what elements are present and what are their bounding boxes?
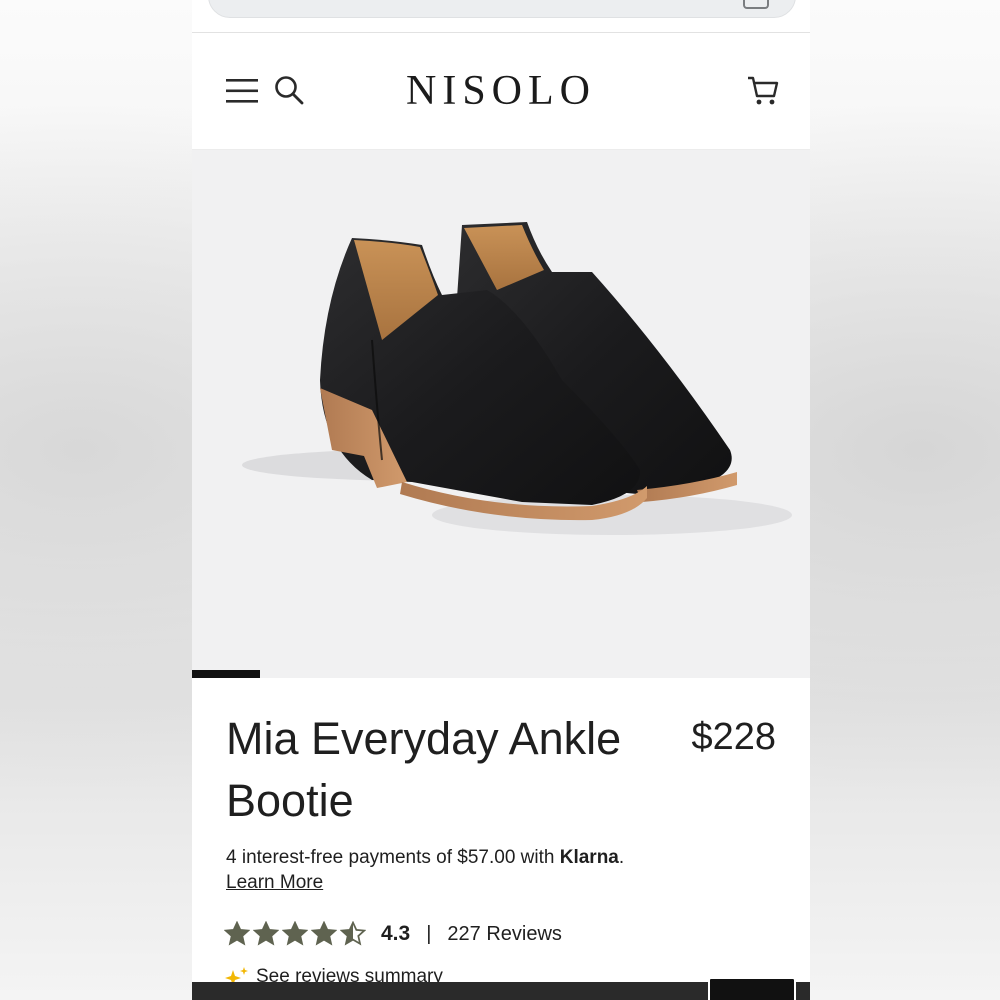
rating-row[interactable]: 4.3 | 227 Reviews: [224, 918, 562, 950]
klarna-brand: Klarna: [559, 847, 619, 868]
rating-value: 4.3: [381, 922, 411, 945]
gallery-progress: [192, 670, 810, 678]
star-rating[interactable]: [224, 921, 369, 947]
reviews-count-link[interactable]: 227 Reviews: [447, 923, 562, 946]
tabs-icon[interactable]: [743, 0, 769, 9]
brand-logo[interactable]: NISOLO: [192, 67, 810, 115]
gallery-progress-indicator: [192, 670, 260, 678]
star-icon: [282, 921, 308, 946]
ankle-bootie-image: [242, 222, 792, 535]
product-image[interactable]: [192, 150, 810, 678]
shopping-cart-icon[interactable]: [746, 73, 780, 107]
klarna-text: 4 interest-free payments of $57.00 with: [226, 847, 560, 868]
learn-more-link[interactable]: Learn More: [226, 872, 323, 893]
klarna-payment-info: 4 interest-free payments of $57.00 with …: [226, 845, 624, 895]
star-icon: [224, 921, 250, 946]
site-header: NISOLO: [192, 33, 810, 150]
star-icon: [253, 921, 279, 946]
star-icon: [340, 921, 366, 946]
product-title: Mia Everyday Ankle Bootie: [226, 713, 622, 826]
mobile-page: NISOLO Mia Everyday Ankle Bootie $228 4 …: [192, 0, 810, 1000]
browser-url-bar[interactable]: [208, 0, 796, 18]
product-price: $228: [691, 716, 776, 758]
rating-separator: |: [426, 922, 432, 945]
klarna-text-end: .: [618, 847, 625, 868]
star-icon: [311, 921, 337, 946]
chat-button[interactable]: [708, 977, 796, 1000]
